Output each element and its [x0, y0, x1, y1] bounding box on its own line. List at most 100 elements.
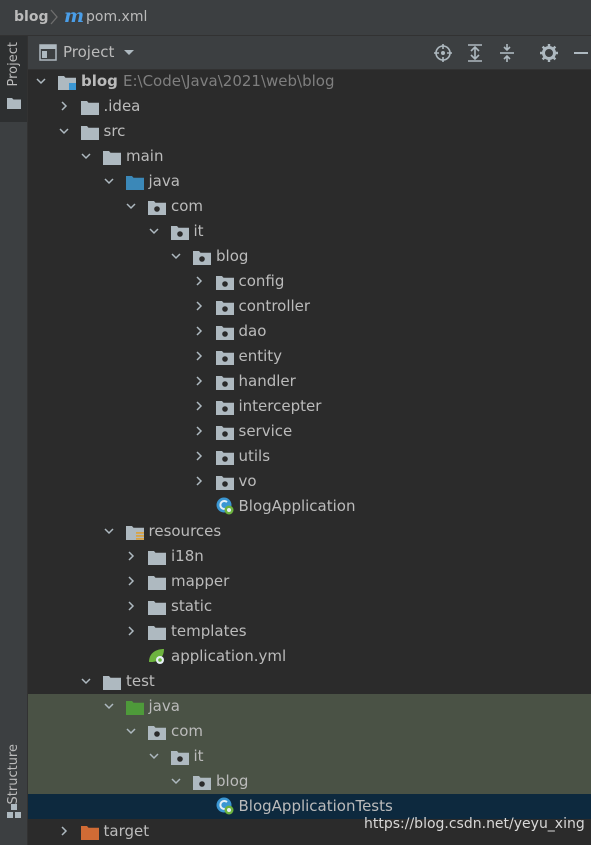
chevron-down-icon[interactable]: [103, 526, 114, 536]
chevron-right-icon[interactable]: [194, 301, 204, 311]
tree-item-blog[interactable]: blog: [28, 769, 591, 794]
package-icon: [170, 751, 189, 765]
tree-item-test[interactable]: test: [28, 669, 591, 694]
panel-title[interactable]: Project: [63, 36, 114, 69]
breadcrumb-file[interactable]: pom.xml: [86, 0, 147, 35]
chevron-down-icon[interactable]: [58, 126, 69, 136]
tree-item-label: java: [148, 172, 180, 190]
project-tree: blog E:\Code\Java\2021\web\blog .idea src ma…: [28, 69, 591, 845]
chevron-right-icon[interactable]: [126, 601, 136, 611]
hide-panel-icon[interactable]: [571, 43, 591, 63]
expand-all-icon[interactable]: [465, 43, 485, 63]
locate-icon[interactable]: [433, 43, 453, 63]
tree-item-java[interactable]: java: [28, 694, 591, 719]
chevron-down-icon[interactable]: [126, 201, 136, 211]
chevron-down-icon[interactable]: [36, 76, 46, 86]
chevron-down-icon[interactable]: [148, 751, 159, 761]
chevron-right-icon[interactable]: [59, 101, 69, 111]
chevron-right-icon[interactable]: [126, 551, 136, 561]
tree-item-com[interactable]: com: [28, 194, 591, 219]
tree-item-vo[interactable]: vo: [28, 469, 591, 494]
tree-item-label: mapper: [171, 572, 230, 590]
tree-item-label: com: [171, 722, 204, 740]
chevron-down-icon[interactable]: [81, 676, 91, 686]
tree-item-java[interactable]: java: [28, 169, 591, 194]
tree-item-label: blog: [81, 72, 118, 90]
tree-item-service[interactable]: service: [28, 419, 591, 444]
project-tool-window-tab[interactable]: Project: [0, 36, 27, 122]
chevron-down-icon[interactable]: [123, 45, 135, 59]
gear-icon[interactable]: [539, 43, 559, 63]
folder-icon: [103, 676, 121, 690]
tree-item-main[interactable]: main: [28, 144, 591, 169]
chevron-right-icon[interactable]: [194, 426, 204, 436]
chevron-right-icon[interactable]: [194, 476, 204, 486]
package-icon: [148, 201, 166, 215]
tree-item-label: handler: [238, 372, 296, 390]
tree-item-templates[interactable]: templates: [28, 619, 591, 644]
project-tab-label: Project: [6, 42, 21, 87]
tree-item-label: dao: [238, 322, 267, 340]
tree-item-label: intercepter: [238, 397, 322, 415]
tree-item-application-yml[interactable]: application.yml: [28, 644, 591, 669]
tree-item-handler[interactable]: handler: [28, 369, 591, 394]
chevron-down-icon[interactable]: [171, 251, 181, 261]
tree-item-utils[interactable]: utils: [28, 444, 591, 469]
chevron-right-icon[interactable]: [194, 276, 204, 286]
chevron-down-icon[interactable]: [103, 701, 114, 711]
chevron-down-icon[interactable]: [103, 176, 114, 186]
tree-item-config[interactable]: config: [28, 269, 591, 294]
project-panel-header: Project: [28, 36, 591, 70]
package-icon: [170, 226, 189, 240]
chevron-right-icon[interactable]: [59, 826, 69, 836]
tree-item-dao[interactable]: dao: [28, 319, 591, 344]
chevron-right-icon[interactable]: [126, 576, 136, 586]
package-icon: [215, 276, 234, 290]
tree-item-idea[interactable]: .idea: [28, 94, 591, 119]
chevron-down-icon[interactable]: [126, 726, 136, 736]
breadcrumb-project[interactable]: blog: [14, 0, 48, 35]
resources-folder-icon: [125, 526, 144, 540]
tree-item-label: .idea: [103, 97, 141, 115]
tree-item-label: test: [126, 672, 155, 690]
tree-item-com[interactable]: com: [28, 719, 591, 744]
tree-item-static[interactable]: static: [28, 594, 591, 619]
chevron-right-icon[interactable]: [194, 451, 204, 461]
tree-item-label: it: [193, 747, 204, 765]
package-icon: [215, 376, 234, 390]
package-icon: [215, 401, 234, 415]
tree-item-controller[interactable]: controller: [28, 294, 591, 319]
tree-item-blog[interactable]: blog: [28, 244, 591, 269]
structure-tab-label: Structure: [6, 744, 21, 805]
tree-item-mapper[interactable]: mapper: [28, 569, 591, 594]
tree-item-i18n[interactable]: i18n: [28, 544, 591, 569]
chevron-right-icon[interactable]: [194, 326, 204, 336]
tree-item-blog[interactable]: blog E:\Code\Java\2021\web\blog: [28, 69, 591, 94]
tree-item-entity[interactable]: entity: [28, 344, 591, 369]
spring-config-icon: [149, 649, 164, 664]
package-icon: [215, 326, 234, 340]
collapse-all-icon[interactable]: [497, 43, 517, 63]
tree-item-it[interactable]: it: [28, 219, 591, 244]
folder-icon: [7, 98, 21, 109]
chevron-right-icon[interactable]: [194, 376, 204, 386]
structure-tool-window-tab[interactable]: Structure: [0, 740, 27, 825]
tree-item-src[interactable]: src: [28, 119, 591, 144]
project-view-icon: [39, 44, 57, 61]
tree-item-blogapplication[interactable]: BlogApplication: [28, 494, 591, 519]
package-icon: [215, 476, 234, 490]
tree-item-label: controller: [238, 297, 311, 315]
tree-item-resources[interactable]: resources: [28, 519, 591, 544]
tree-item-label: src: [103, 122, 126, 140]
tree-item-label: BlogApplication: [238, 497, 356, 515]
chevron-right-icon[interactable]: [126, 626, 136, 636]
chevron-down-icon[interactable]: [81, 151, 91, 161]
chevron-right-icon[interactable]: [194, 401, 204, 411]
package-icon: [215, 301, 234, 315]
tree-item-it[interactable]: it: [28, 744, 591, 769]
tree-item-intercepter[interactable]: intercepter: [28, 394, 591, 419]
chevron-down-icon[interactable]: [148, 226, 159, 236]
chevron-right-icon[interactable]: [194, 351, 204, 361]
tree-item-label: service: [238, 422, 293, 440]
chevron-down-icon[interactable]: [171, 776, 181, 786]
